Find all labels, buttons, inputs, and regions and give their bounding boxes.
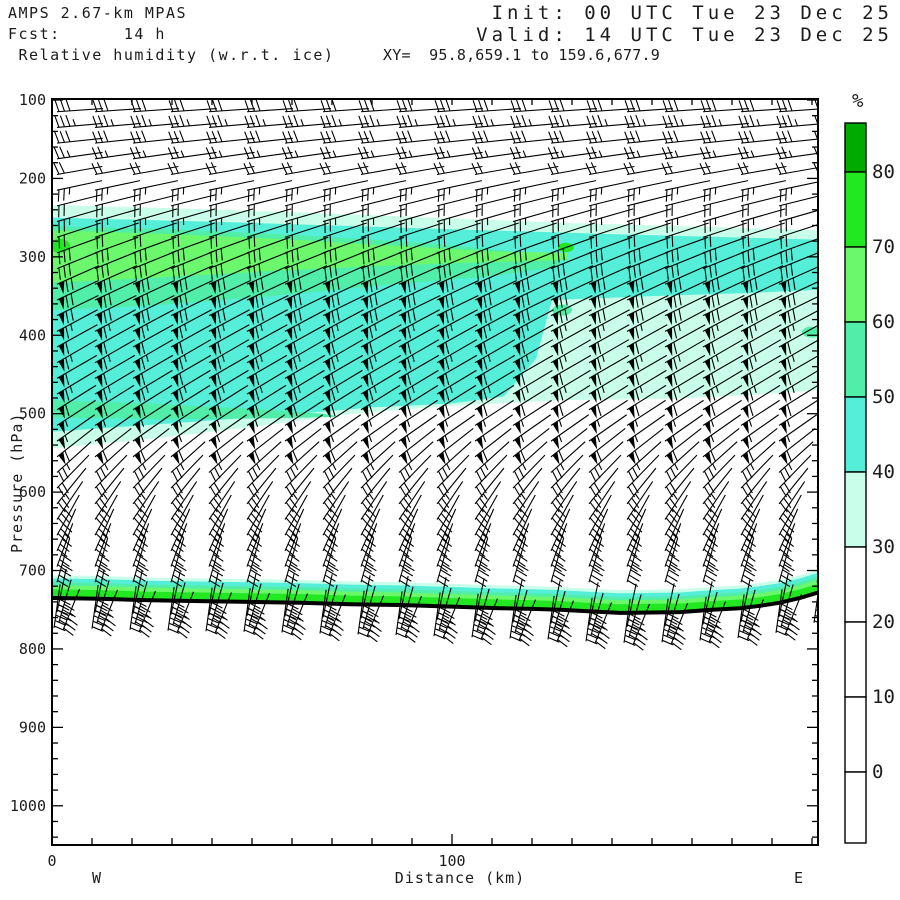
colorbar-tick-label: 80 [872, 161, 895, 183]
colorbar-tick-label: 0 [872, 761, 883, 783]
y-tick-label: 200 [19, 169, 46, 187]
colorbar-tick-label: 60 [872, 311, 895, 333]
colorbar-tick-label: 20 [872, 611, 895, 633]
x-tick-label: 100 [438, 852, 465, 870]
field-title: Relative humidity (w.r.t. ice) [8, 46, 335, 64]
xy-range: XY= 95.8,659.1 to 159.6,677.9 [383, 46, 660, 64]
colorbar-tick-label: 50 [872, 386, 895, 408]
y-tick-label: 800 [19, 640, 46, 658]
y-tick-label: 1000 [10, 797, 46, 815]
y-axis-title: Pressure (hPa) [8, 412, 26, 553]
valid-time: Valid: 14 UTC Tue 23 Dec 25 [476, 24, 893, 46]
colorbar: 80 70 60 50 40 30 20 10 0% [844, 90, 895, 844]
colorbar-tick-label: 40 [872, 461, 895, 483]
y-tick-label: 100 [19, 91, 46, 109]
colorbar-tick-label: 30 [872, 536, 895, 558]
y-tick-label: 900 [19, 718, 46, 736]
colorbar-tick-label: 10 [872, 686, 895, 708]
amps-cross-section-page: 100 200 300 400 500 600 700 800 900 1000 0 100 80 70 6… [0, 0, 900, 900]
east-end-label: E [794, 869, 805, 887]
colorbar-units-label: % [852, 90, 864, 112]
west-end-label: W [92, 869, 103, 887]
forecast-hour: Fcst: 14 h [8, 25, 166, 43]
cross-section-plot: 10020030040050060070080090010000 10080706… [10, 90, 895, 870]
model-title: AMPS 2.67-km MPAS [8, 4, 188, 22]
y-tick-label: 700 [19, 562, 46, 580]
init-time: Init: 00 UTC Tue 23 Dec 25 [491, 2, 893, 24]
y-tick-label: 300 [19, 248, 46, 266]
x-axis-title: Distance (km) [394, 869, 526, 887]
x-tick-label: 0 [47, 852, 56, 870]
colorbar-tick-label: 70 [872, 236, 895, 258]
y-tick-label: 400 [19, 326, 46, 344]
